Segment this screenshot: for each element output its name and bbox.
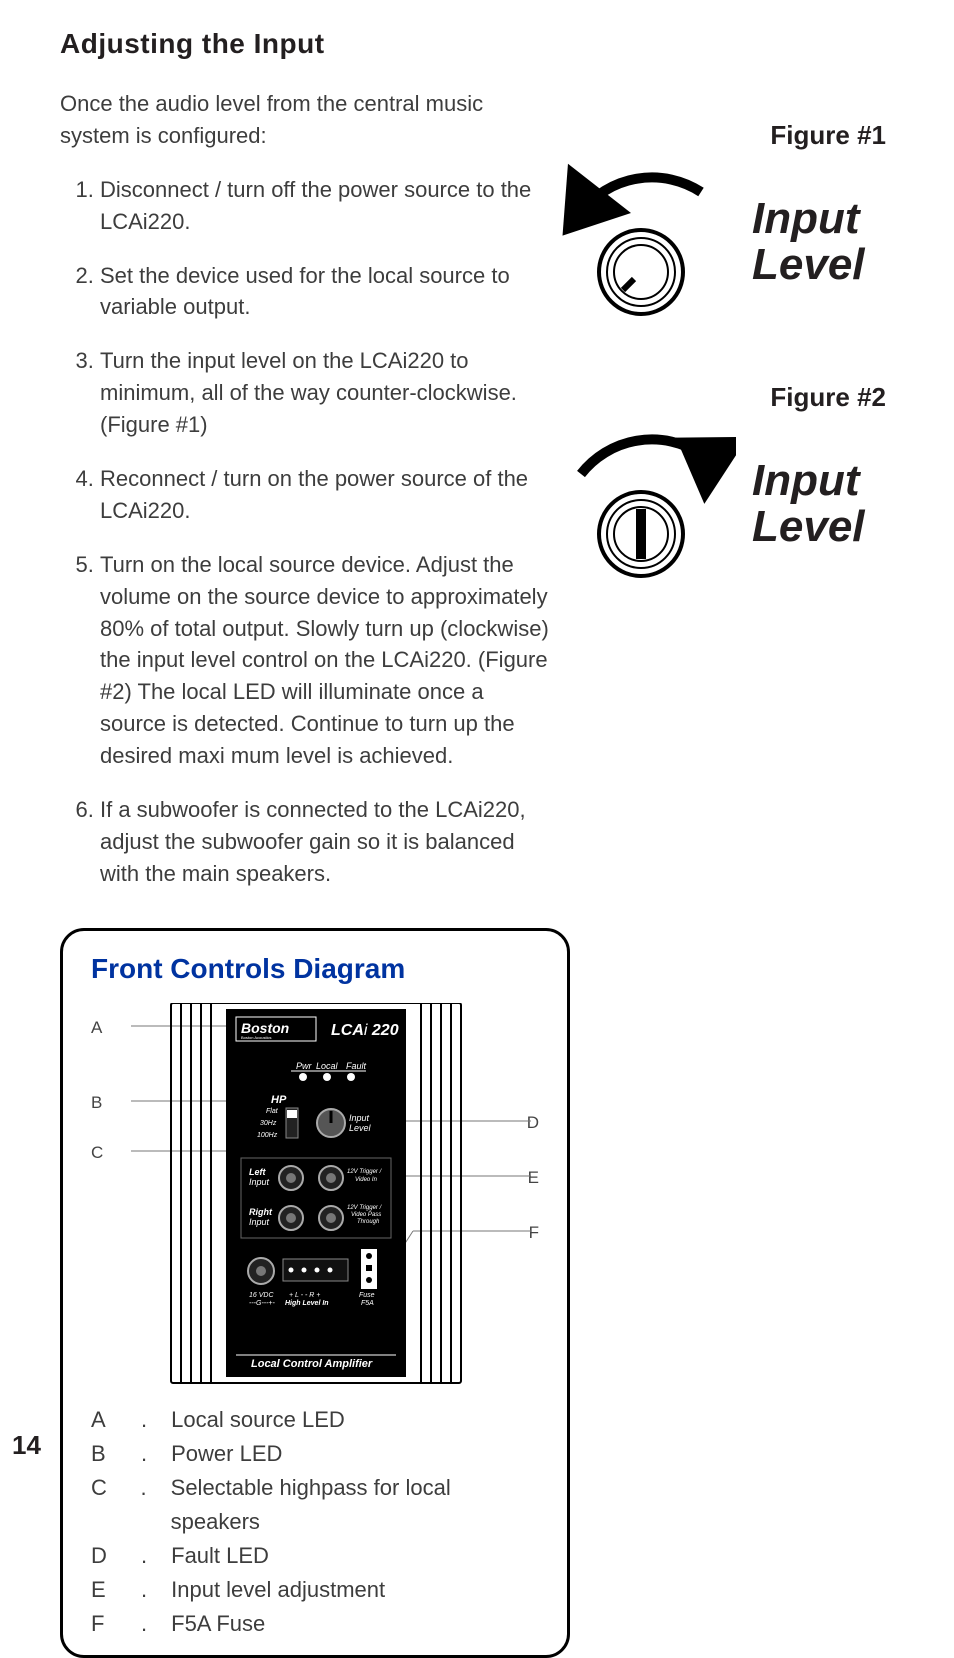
svg-text:Left: Left [249, 1167, 267, 1177]
knob-ccw-icon [546, 157, 736, 327]
svg-text:Fault: Fault [346, 1061, 367, 1071]
svg-text:30Hz: 30Hz [260, 1120, 277, 1127]
figure-2-label-1: Input [752, 458, 865, 504]
svg-text:LCAi 220: LCAi 220 [331, 1022, 399, 1039]
figure-2: InputLevel [546, 419, 926, 589]
svg-text:Input: Input [249, 1177, 270, 1187]
figure-1-caption: Figure #1 [546, 120, 926, 151]
key-row-D: D.Fault LED [91, 1539, 539, 1573]
figure-1: InputLevel [546, 157, 926, 327]
step-5: Turn on the local source device. Adjust … [100, 549, 555, 772]
svg-text:Local: Local [316, 1061, 339, 1071]
svg-text:High Level In: High Level In [285, 1300, 329, 1307]
svg-text:Input: Input [249, 1217, 270, 1227]
knob-cw-icon [546, 419, 736, 589]
svg-text:Flat: Flat [266, 1108, 279, 1115]
step-6: If a subwoofer is connected to the LCAi2… [100, 794, 555, 890]
svg-text:Boston Acoustics: Boston Acoustics [241, 1035, 271, 1040]
figure-2-caption: Figure #2 [546, 382, 926, 413]
svg-text:16 VDC: 16 VDC [249, 1292, 274, 1299]
svg-text:Video Pass: Video Pass [351, 1212, 381, 1218]
key-row-E: E.Input level adjustment [91, 1573, 539, 1607]
page-number: 14 [12, 1430, 41, 1461]
svg-text:Boston: Boston [241, 1020, 289, 1036]
key-row-B: B.Power LED [91, 1437, 539, 1471]
svg-text:100Hz: 100Hz [257, 1132, 278, 1139]
figure-1-label-1: Input [752, 196, 865, 242]
figure-2-label-2: Level [752, 504, 865, 550]
section-heading: Adjusting the Input [60, 28, 894, 60]
step-3: Turn the input level on the LCAi220 to m… [100, 345, 555, 441]
svg-text:Fuse: Fuse [359, 1292, 375, 1299]
step-4: Reconnect / turn on the power source of … [100, 463, 555, 527]
step-2: Set the device used for the local source… [100, 260, 555, 324]
svg-text:Video In: Video In [355, 1177, 378, 1183]
svg-text:---G---+-: ---G---+- [249, 1300, 276, 1307]
callout-C: C [91, 1143, 103, 1163]
key-row-C: C.Selectable highpass for local speakers [91, 1471, 539, 1539]
svg-text:+ L - - R +: + L - - R + [289, 1292, 320, 1299]
svg-text:Local Control Amplifier: Local Control Amplifier [251, 1358, 373, 1370]
intro-paragraph: Once the audio level from the central mu… [60, 88, 555, 152]
svg-text:F5A: F5A [361, 1300, 374, 1307]
svg-text:Through: Through [357, 1219, 380, 1225]
diagram-title: Front Controls Diagram [91, 953, 539, 985]
key-row-A: A.Local source LED [91, 1403, 539, 1437]
svg-text:HP: HP [271, 1094, 287, 1106]
svg-text:12V Trigger /: 12V Trigger / [347, 1169, 383, 1175]
svg-text:Right: Right [249, 1207, 273, 1217]
callout-A: A [91, 1018, 102, 1038]
svg-text:Input: Input [349, 1113, 370, 1123]
front-controls-diagram: Front Controls Diagram A B C D E F [60, 928, 570, 1658]
svg-text:12V Trigger /: 12V Trigger / [347, 1205, 383, 1211]
svg-text:Level: Level [349, 1123, 372, 1133]
device-panel-icon: Boston Boston Acoustics LCAi 220 Pwr Loc… [131, 1003, 531, 1393]
key-row-F: F.F5A Fuse [91, 1607, 539, 1641]
svg-text:Pwr: Pwr [296, 1061, 313, 1071]
figure-1-label-2: Level [752, 242, 865, 288]
callout-B: B [91, 1093, 102, 1113]
step-1: Disconnect / turn off the power source t… [100, 174, 555, 238]
